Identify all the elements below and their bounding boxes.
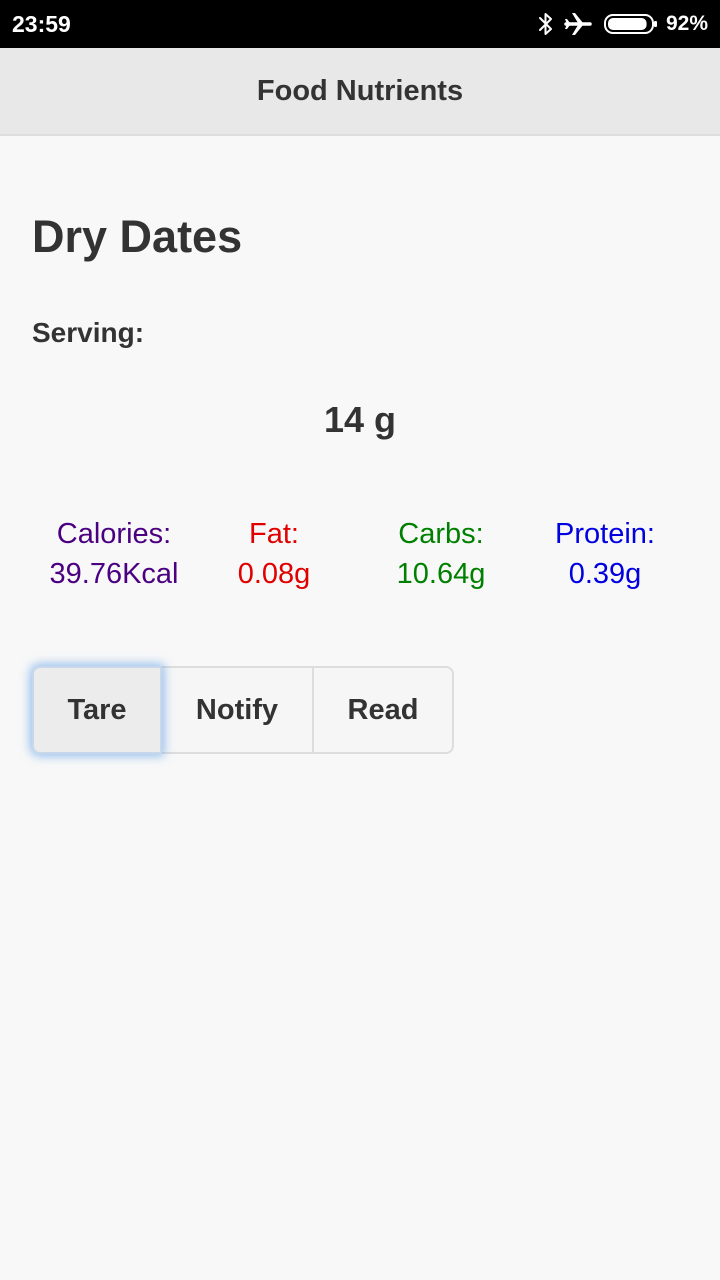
status-bar: 23:59 92% xyxy=(0,0,720,48)
page-title: Food Nutrients xyxy=(256,75,464,107)
tare-button[interactable]: Tare xyxy=(32,666,162,754)
carbs-label: Carbs: xyxy=(398,518,484,550)
notify-button[interactable]: Notify xyxy=(162,666,314,754)
bluetooth-icon xyxy=(538,11,554,37)
serving-value: 14 g xyxy=(323,399,397,440)
nutrient-calories: Calories: 39.76Kcal xyxy=(34,514,194,594)
battery-percent: 92% xyxy=(665,12,708,35)
battery-icon xyxy=(603,13,658,35)
nutrient-carbs: Carbs: 10.64g xyxy=(370,514,512,594)
food-name: Dry Dates xyxy=(32,211,243,262)
airplane-mode-icon xyxy=(564,11,592,37)
status-icons: 92% xyxy=(538,9,708,39)
fat-label: Fat: xyxy=(249,518,299,550)
scale-action-buttons: Tare Notify Read xyxy=(32,666,454,754)
calories-value: 39.76Kcal xyxy=(49,558,179,590)
protein-label: Protein: xyxy=(555,518,655,550)
status-time: 23:59 xyxy=(12,11,71,37)
nutrient-protein: Protein: 0.39g xyxy=(530,514,680,594)
protein-value: 0.39g xyxy=(568,558,642,590)
app-header: Food Nutrients xyxy=(0,48,720,136)
fat-value: 0.08g xyxy=(237,558,311,590)
nutrient-fat: Fat: 0.08g xyxy=(208,514,340,594)
serving-label: Serving: xyxy=(32,317,145,348)
carbs-value: 10.64g xyxy=(396,558,486,590)
calories-label: Calories: xyxy=(56,518,172,550)
read-button[interactable]: Read xyxy=(314,666,454,754)
